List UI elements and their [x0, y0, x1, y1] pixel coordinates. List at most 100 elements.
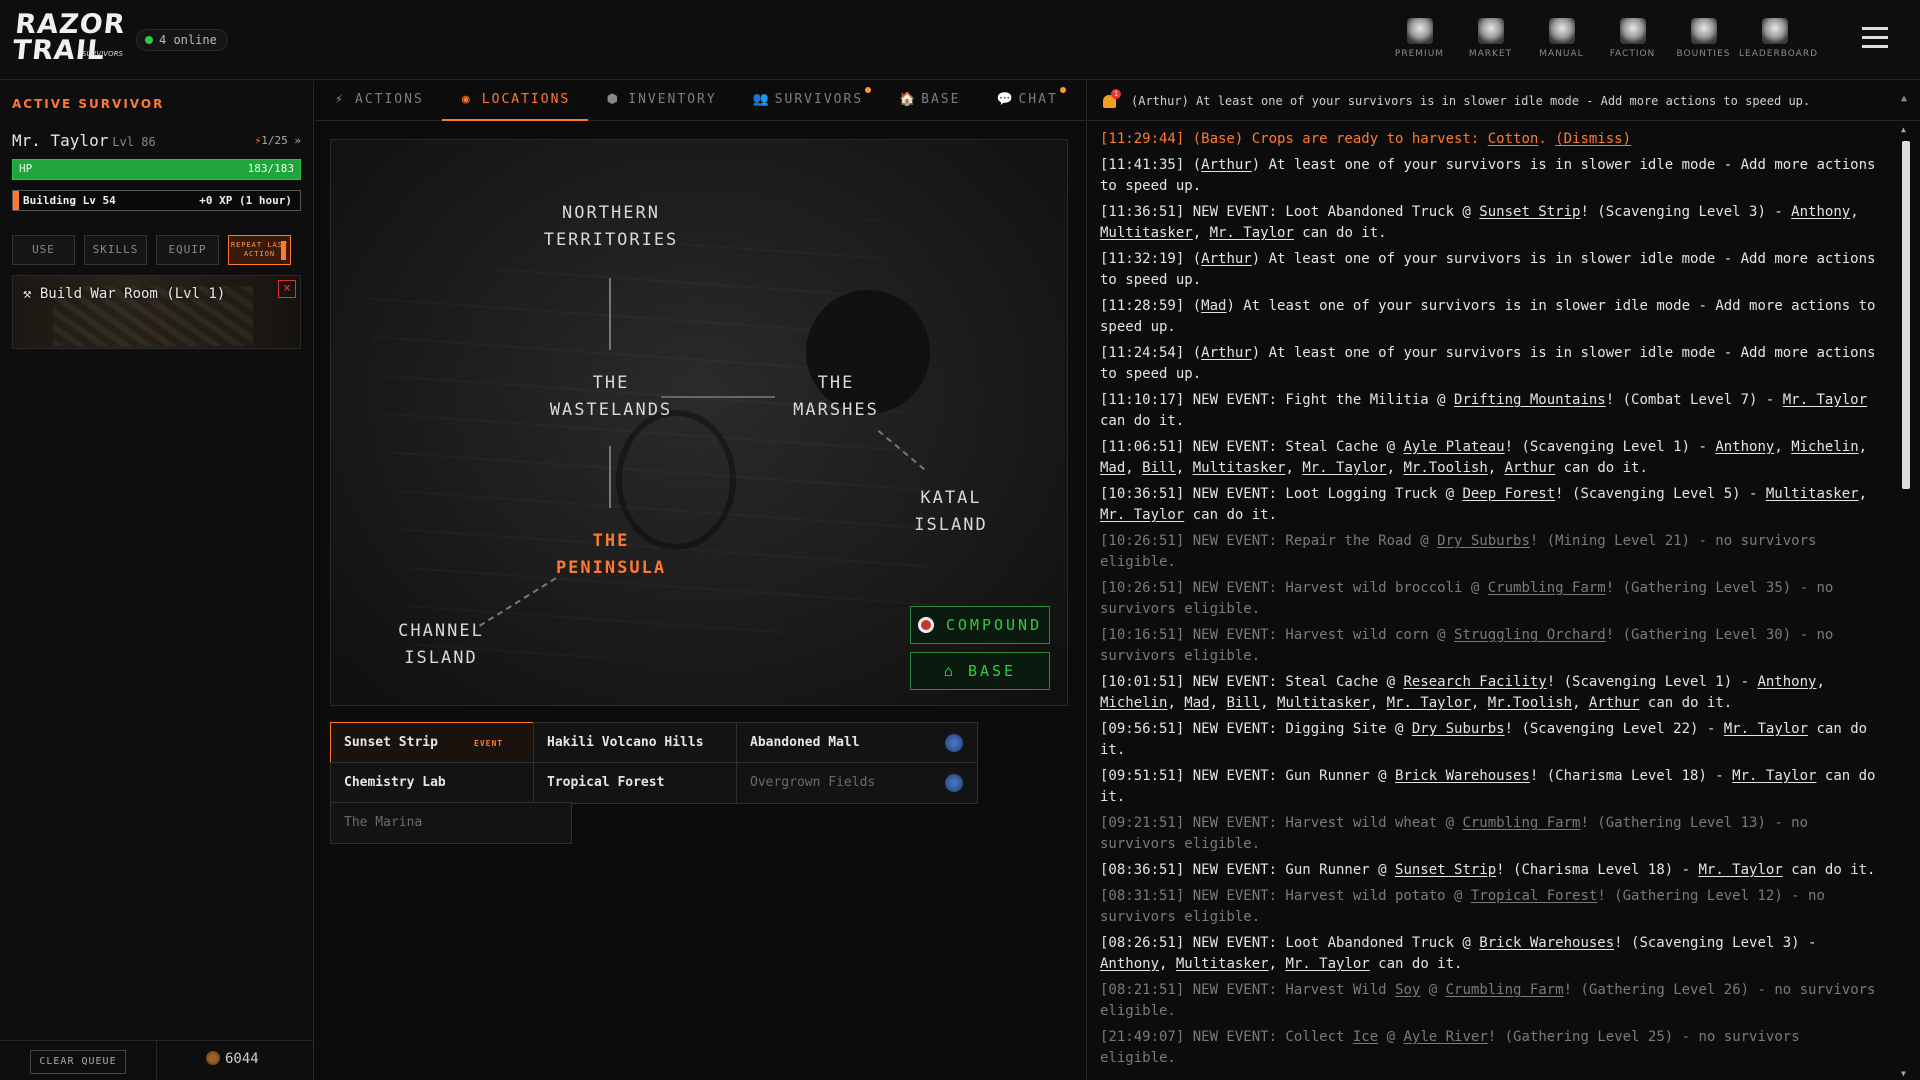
event-link[interactable]: Arthur — [1505, 460, 1556, 476]
event-link[interactable]: Drifting Mountains — [1454, 392, 1606, 408]
event-log-entry: [09:56:51] NEW EVENT: Digging Site @ Dry… — [1100, 721, 1868, 758]
bell-icon[interactable]: 1 — [1103, 89, 1121, 109]
location-overgrown-fields[interactable]: Overgrown Fields — [736, 762, 978, 804]
event-link[interactable]: Anthony — [1757, 674, 1816, 690]
region-the-marshes[interactable]: THE MARSHES — [776, 370, 896, 424]
event-link[interactable]: Arthur — [1201, 251, 1252, 267]
location-the-marina[interactable]: The Marina — [330, 802, 572, 844]
event-link[interactable]: Multitasker — [1277, 695, 1370, 711]
action-queue-item[interactable]: ⚒ Build War Room (Lvl 1) × — [12, 275, 301, 349]
event-link[interactable]: Michelin — [1791, 439, 1858, 455]
nav-leaderboard[interactable]: LEADERBOARD — [1739, 18, 1817, 62]
event-link[interactable]: Ayle River — [1403, 1029, 1487, 1045]
tab-locations[interactable]: ◉ LOCATIONS — [441, 81, 589, 121]
event-link[interactable]: Arthur — [1201, 157, 1252, 173]
event-link[interactable]: Brick Warehouses — [1479, 935, 1614, 951]
region-katal-island[interactable]: KATAL ISLAND — [886, 485, 1016, 539]
left-footer: CLEAR QUEUE 6044 — [0, 1040, 314, 1080]
event-link[interactable]: Struggling Orchard — [1454, 627, 1606, 643]
region-northern-territories[interactable]: NORTHERN TERRITORIES — [511, 200, 711, 254]
nav-manual[interactable]: MANUAL — [1526, 18, 1597, 62]
event-link[interactable]: Cotton — [1488, 131, 1539, 147]
event-link[interactable]: Crumbling Farm — [1462, 815, 1580, 831]
event-link[interactable]: Research Facility — [1403, 674, 1546, 690]
event-link[interactable]: Mr. Taylor — [1302, 460, 1386, 476]
event-link[interactable]: Crumbling Farm — [1488, 580, 1606, 596]
tab-survivors[interactable]: 👥 SURVIVORS — [735, 81, 881, 121]
event-link[interactable]: Mad — [1100, 460, 1125, 476]
event-link[interactable]: Bill — [1142, 460, 1176, 476]
equip-button[interactable]: EQUIP — [156, 235, 219, 265]
event-link[interactable]: Ayle Plateau — [1403, 439, 1504, 455]
event-link[interactable]: Multitasker — [1176, 956, 1269, 972]
tab-base[interactable]: 🏠 BASE — [881, 81, 978, 121]
event-link[interactable]: (Dismiss) — [1555, 131, 1631, 147]
scroll-up-icon[interactable]: ▲ — [1901, 125, 1906, 134]
nav-premium[interactable]: PREMIUM — [1384, 18, 1455, 62]
event-link[interactable]: Mr.Toolish — [1488, 695, 1572, 711]
survivor-name[interactable]: Mr. Taylor Lvl 86 — [12, 131, 156, 150]
event-link[interactable]: Multitasker — [1193, 460, 1286, 476]
event-link[interactable]: Anthony — [1791, 204, 1850, 220]
base-button[interactable]: ⌂ BASE — [910, 652, 1050, 690]
event-link[interactable]: Ice — [1353, 1029, 1378, 1045]
collapse-caret-icon[interactable]: ▲ — [1901, 93, 1907, 104]
chevron-right-icon[interactable]: » — [294, 134, 301, 147]
region-channel-island[interactable]: CHANNEL ISLAND — [366, 618, 516, 672]
event-link[interactable]: Brick Warehouses — [1395, 768, 1530, 784]
tab-actions[interactable]: ⚡ ACTIONS — [315, 81, 442, 121]
event-link[interactable]: Dry Suburbs — [1412, 721, 1505, 737]
tab-inventory[interactable]: ⬢ INVENTORY — [588, 81, 734, 121]
location-abandoned-mall[interactable]: Abandoned Mall — [736, 722, 978, 764]
compound-button[interactable]: COMPOUND — [910, 606, 1050, 644]
tab-locations-icon: ◉ — [461, 92, 472, 107]
event-link[interactable]: Mr. Taylor — [1698, 862, 1782, 878]
event-log-entry: [09:21:51] NEW EVENT: Harvest wild wheat… — [1100, 815, 1809, 852]
menu-hamburger-icon[interactable] — [1862, 27, 1888, 51]
event-link[interactable]: Dry Suburbs — [1437, 533, 1530, 549]
scroll-down-icon[interactable]: ▼ — [1901, 1069, 1906, 1078]
event-link[interactable]: Sunset Strip — [1479, 204, 1580, 220]
event-link[interactable]: Michelin — [1100, 695, 1167, 711]
nav-faction[interactable]: FACTION — [1597, 18, 1668, 62]
tab-chat[interactable]: 💬 CHAT — [978, 81, 1075, 121]
repeat-last-action-button[interactable]: REPEAT LAST ACTION — [228, 235, 291, 265]
event-link[interactable]: Anthony — [1715, 439, 1774, 455]
nav-market[interactable]: MARKET — [1455, 18, 1526, 62]
event-link[interactable]: Mr. Taylor — [1387, 695, 1471, 711]
coin-icon — [206, 1051, 220, 1065]
event-link[interactable]: Mr. Taylor — [1724, 721, 1808, 737]
event-log-scrollbar[interactable]: ▲ ▼ — [1900, 123, 1912, 1080]
event-log-entry: [11:41:35] (Arthur) At least one of your… — [1100, 157, 1876, 194]
skills-button[interactable]: SKILLS — [84, 235, 147, 265]
use-button[interactable]: USE — [12, 235, 75, 265]
nav-bounties[interactable]: BOUNTIES — [1668, 18, 1739, 62]
manual-book-icon — [1548, 18, 1575, 44]
event-link[interactable]: Arthur — [1589, 695, 1640, 711]
event-link[interactable]: Bill — [1226, 695, 1260, 711]
event-link[interactable]: Multitasker — [1100, 225, 1193, 241]
event-link[interactable]: Sunset Strip — [1395, 862, 1496, 878]
event-link[interactable]: Soy — [1395, 982, 1420, 998]
event-link[interactable]: Mr. Taylor — [1285, 956, 1369, 972]
event-link[interactable]: Arthur — [1201, 345, 1252, 361]
region-the-wastelands[interactable]: THE WASTELANDS — [536, 370, 686, 424]
event-link[interactable]: Tropical Forest — [1471, 888, 1597, 904]
region-the-peninsula[interactable]: THE PENINSULA — [536, 528, 686, 582]
event-link[interactable]: Mad — [1201, 298, 1226, 314]
close-icon[interactable]: × — [278, 280, 296, 298]
survivor-panel: ACTIVE SURVIVOR Mr. Taylor Lvl 86 ⚡1/25 »… — [0, 81, 314, 1080]
event-link[interactable]: Crumbling Farm — [1446, 982, 1564, 998]
event-link[interactable]: Mr. Taylor — [1732, 768, 1816, 784]
clear-queue-button[interactable]: CLEAR QUEUE — [30, 1050, 126, 1074]
event-link[interactable]: Deep Forest — [1462, 486, 1555, 502]
scrollbar-thumb[interactable] — [1902, 141, 1910, 489]
event-link[interactable]: Mr. Taylor — [1100, 507, 1184, 523]
game-logo[interactable]: RAZOR TRAIL SURVIVORS — [11, 9, 127, 70]
event-link[interactable]: Mr. Taylor — [1783, 392, 1867, 408]
event-link[interactable]: Mr. Taylor — [1210, 225, 1294, 241]
event-link[interactable]: Anthony — [1100, 956, 1159, 972]
event-link[interactable]: Mr.Toolish — [1403, 460, 1487, 476]
event-link[interactable]: Multitasker — [1766, 486, 1859, 502]
event-link[interactable]: Mad — [1184, 695, 1209, 711]
